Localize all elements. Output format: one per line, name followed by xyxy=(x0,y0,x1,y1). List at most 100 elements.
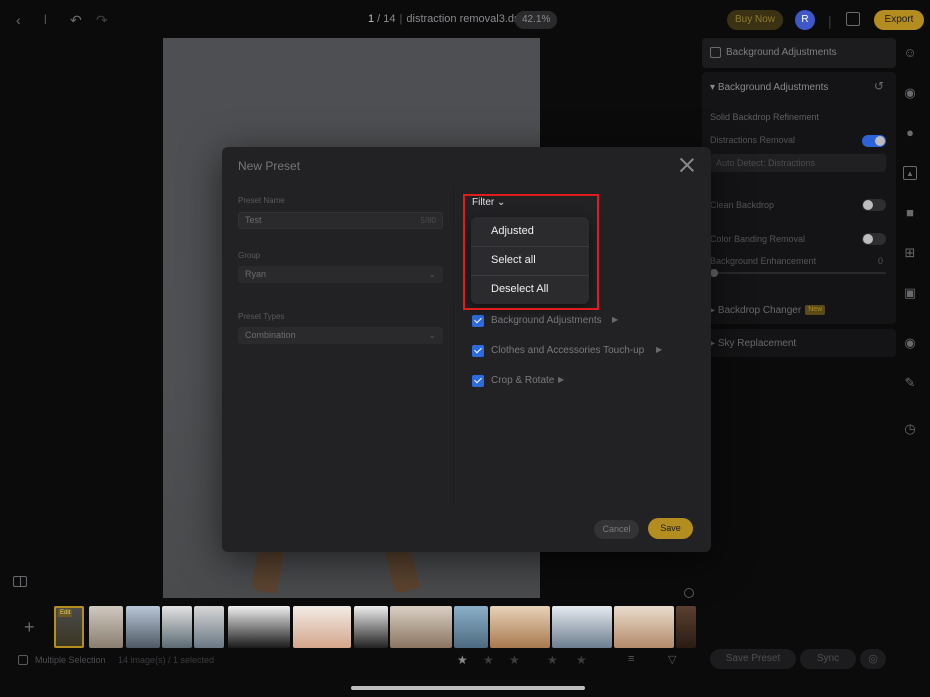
backdrop-changer-section[interactable]: ▸ Backdrop Changer New xyxy=(702,296,896,324)
page-slash: / xyxy=(374,13,384,25)
star-rating-4[interactable]: ★ xyxy=(547,653,558,667)
expand-arrow-icon[interactable]: ▶ xyxy=(612,315,618,324)
adjustments-icon xyxy=(710,47,721,58)
buy-now-button[interactable]: Buy Now xyxy=(727,10,783,30)
group-label: Group xyxy=(238,251,261,260)
section-title[interactable]: ▾ Background Adjustments xyxy=(710,82,828,93)
column-divider xyxy=(453,187,454,507)
pen-icon[interactable]: ✎ xyxy=(903,376,917,390)
star-rating-3[interactable]: ★ xyxy=(509,653,520,667)
preset-types-select[interactable]: Combination ⌄ xyxy=(238,327,443,344)
clock-icon[interactable]: ◷ xyxy=(903,422,917,436)
section-title-text: Background Adjustments xyxy=(717,82,829,93)
topbar-divider: | xyxy=(828,13,832,29)
backdrop-changer-title: ▸ Backdrop Changer New xyxy=(710,305,826,316)
export-button[interactable]: Export xyxy=(874,10,924,30)
thumbnail-4[interactable] xyxy=(162,606,192,648)
star-rating-2[interactable]: ★ xyxy=(483,653,494,667)
checklist-label: Clothes and Accessories Touch-up xyxy=(491,345,645,356)
thumbnail-2[interactable] xyxy=(89,606,123,648)
status-bar: Multiple Selection 14 image(s) / 1 selec… xyxy=(0,652,700,670)
landscape-icon[interactable]: ▲ xyxy=(903,166,917,180)
annotation-highlight-box xyxy=(463,194,599,310)
sync-button[interactable]: Sync xyxy=(800,649,856,669)
avatar[interactable]: R xyxy=(795,10,815,30)
thumbnail-1[interactable]: Edit xyxy=(54,606,84,648)
zoom-badge[interactable]: 42.1% xyxy=(515,11,558,29)
save-button[interactable]: Save xyxy=(648,518,693,539)
thumbnail-8[interactable] xyxy=(354,606,388,648)
clean-backdrop-toggle[interactable] xyxy=(862,199,886,211)
divider-icon: | xyxy=(44,14,47,25)
star-rating-5[interactable]: ★ xyxy=(576,653,587,667)
preset-types-value: Combination xyxy=(245,330,296,340)
selection-count: 14 image(s) / 1 selected xyxy=(118,655,215,665)
thumbnail-6[interactable] xyxy=(228,606,290,648)
cancel-button[interactable]: Cancel xyxy=(594,520,639,539)
checkbox-checked[interactable] xyxy=(472,345,484,357)
multiple-selection-checkbox[interactable] xyxy=(18,655,28,665)
panel-header: Background Adjustments xyxy=(702,38,896,68)
clean-backdrop-label: Clean Backdrop xyxy=(710,200,775,210)
undo-icon[interactable]: ↶ xyxy=(70,11,82,29)
person-icon[interactable]: ☺ xyxy=(903,46,917,60)
top-bar: ‹ | ↶ ↷ 1 / 14 | distraction removal3.dng … xyxy=(0,5,930,35)
sky-replacement-text: Sky Replacement xyxy=(717,338,797,349)
expand-arrow-icon[interactable]: ▶ xyxy=(558,375,564,384)
color-banding-toggle[interactable] xyxy=(862,233,886,245)
thumbnail-7[interactable] xyxy=(293,606,351,648)
camera-icon[interactable]: ▣ xyxy=(903,286,917,300)
sync-settings-icon[interactable]: ◎ xyxy=(860,649,886,669)
sort-icon[interactable]: ≡ xyxy=(628,653,634,665)
dialog-title: New Preset xyxy=(238,159,301,173)
reset-icon[interactable]: ↺ xyxy=(874,79,884,93)
home-indicator xyxy=(351,686,585,690)
palette-icon[interactable]: ◉ xyxy=(903,86,917,100)
expand-arrow-icon[interactable]: ▶ xyxy=(656,345,662,354)
star-rating-1[interactable]: ★ xyxy=(457,653,468,667)
sky-replacement-section[interactable]: ▸ Sky Replacement xyxy=(702,329,896,357)
thumbnail-12[interactable] xyxy=(552,606,612,648)
backdrop-changer-text: Backdrop Changer xyxy=(717,305,802,316)
checklist-label: Crop & Rotate xyxy=(491,375,555,386)
distractions-removal-label: Distractions Removal xyxy=(710,135,796,145)
preset-types-label: Preset Types xyxy=(238,312,285,321)
thumbnail-11[interactable] xyxy=(490,606,550,648)
auto-detect-select[interactable]: Auto Detect: Distractions xyxy=(710,154,886,172)
thumbnail-9[interactable] xyxy=(390,606,452,648)
group-select[interactable]: Ryan ⌄ xyxy=(238,266,443,283)
thumbnail-13[interactable] xyxy=(614,606,674,648)
panel-header-title: Background Adjustments xyxy=(726,47,837,58)
save-preset-button[interactable]: Save Preset xyxy=(710,649,796,669)
checkbox-checked[interactable] xyxy=(472,375,484,387)
outfit-icon[interactable]: ■ xyxy=(903,206,917,220)
add-image-icon[interactable]: + xyxy=(24,617,35,638)
crop-icon[interactable]: ⊞ xyxy=(903,246,917,260)
thumbnail-3[interactable] xyxy=(126,606,160,648)
compare-icon[interactable] xyxy=(846,12,860,26)
filter-icon[interactable]: ▽ xyxy=(668,653,676,666)
thumbnail-10[interactable] xyxy=(454,606,488,648)
hair-icon[interactable]: ◉ xyxy=(903,336,917,350)
new-badge: New xyxy=(805,305,826,316)
back-icon[interactable]: ‹ xyxy=(16,11,21,29)
solid-backdrop-title: Solid Backdrop Refinement xyxy=(710,112,820,122)
edited-badge: Edit xyxy=(58,609,73,617)
thumbnail-14[interactable] xyxy=(676,606,696,648)
bg-enhancement-label: Background Enhancement xyxy=(710,256,817,266)
thumbnail-5[interactable] xyxy=(194,606,224,648)
preset-name-input[interactable]: Test 5/80 xyxy=(238,212,443,229)
bg-enhancement-slider[interactable] xyxy=(710,269,886,277)
split-view-icon[interactable] xyxy=(13,576,27,587)
distractions-removal-toggle[interactable] xyxy=(862,135,886,147)
slider-thumb[interactable] xyxy=(710,269,718,277)
close-icon[interactable] xyxy=(679,157,695,173)
background-adjustments-section: ▾ Background Adjustments ↺ Solid Backdro… xyxy=(702,72,896,324)
face-icon[interactable]: ● xyxy=(903,126,917,140)
color-banding-label: Color Banding Removal xyxy=(710,234,806,244)
info-icon[interactable] xyxy=(684,588,694,598)
file-name: distraction removal3.dng xyxy=(406,13,527,25)
redo-icon[interactable]: ↷ xyxy=(96,11,108,29)
file-title: 1 / 14 | distraction removal3.dng xyxy=(368,13,526,25)
checkbox-checked[interactable] xyxy=(472,315,484,327)
